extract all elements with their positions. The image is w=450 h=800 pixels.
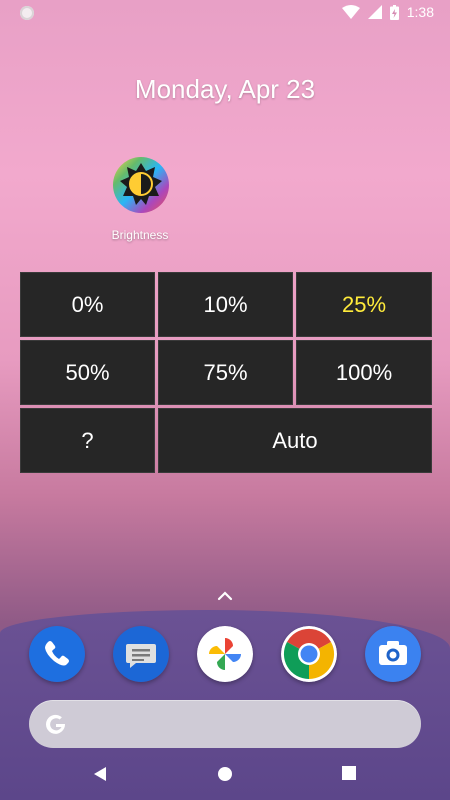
wifi-icon xyxy=(341,5,360,19)
brightness-75-button[interactable]: 75% xyxy=(158,340,293,405)
photos-icon[interactable] xyxy=(197,626,253,682)
brightness-widget: 0% 10% 25% 50% 75% 100% ? Auto xyxy=(20,272,432,475)
status-time: 1:38 xyxy=(406,4,434,20)
home-icon[interactable] xyxy=(217,766,233,782)
status-icons: 1:38 xyxy=(341,4,434,20)
google-search-bar[interactable] xyxy=(29,700,421,748)
messages-icon[interactable] xyxy=(113,626,169,682)
notification-dot-icon xyxy=(20,6,34,20)
dock xyxy=(0,626,450,686)
app-drawer-chevron-up-icon[interactable] xyxy=(216,590,234,602)
brightness-25-button[interactable]: 25% xyxy=(296,272,432,337)
brightness-100-button[interactable]: 100% xyxy=(296,340,432,405)
recents-icon[interactable] xyxy=(342,766,356,780)
camera-icon[interactable] xyxy=(365,626,421,682)
status-bar: 1:38 xyxy=(0,0,450,28)
brightness-auto-button[interactable]: Auto xyxy=(158,408,432,473)
brightness-help-button[interactable]: ? xyxy=(20,408,155,473)
chrome-icon[interactable] xyxy=(281,626,337,682)
navigation-bar xyxy=(0,752,450,800)
battery-charging-icon xyxy=(389,4,399,20)
brightness-app-icon[interactable] xyxy=(112,156,170,214)
phone-icon[interactable] xyxy=(29,626,85,682)
brightness-10-button[interactable]: 10% xyxy=(158,272,293,337)
home-date[interactable]: Monday, Apr 23 xyxy=(0,74,450,105)
brightness-app-label: Brightness xyxy=(111,228,169,242)
back-icon[interactable] xyxy=(93,766,107,782)
cell-signal-icon xyxy=(367,5,382,19)
google-g-icon xyxy=(46,714,66,734)
brightness-0-button[interactable]: 0% xyxy=(20,272,155,337)
brightness-50-button[interactable]: 50% xyxy=(20,340,155,405)
